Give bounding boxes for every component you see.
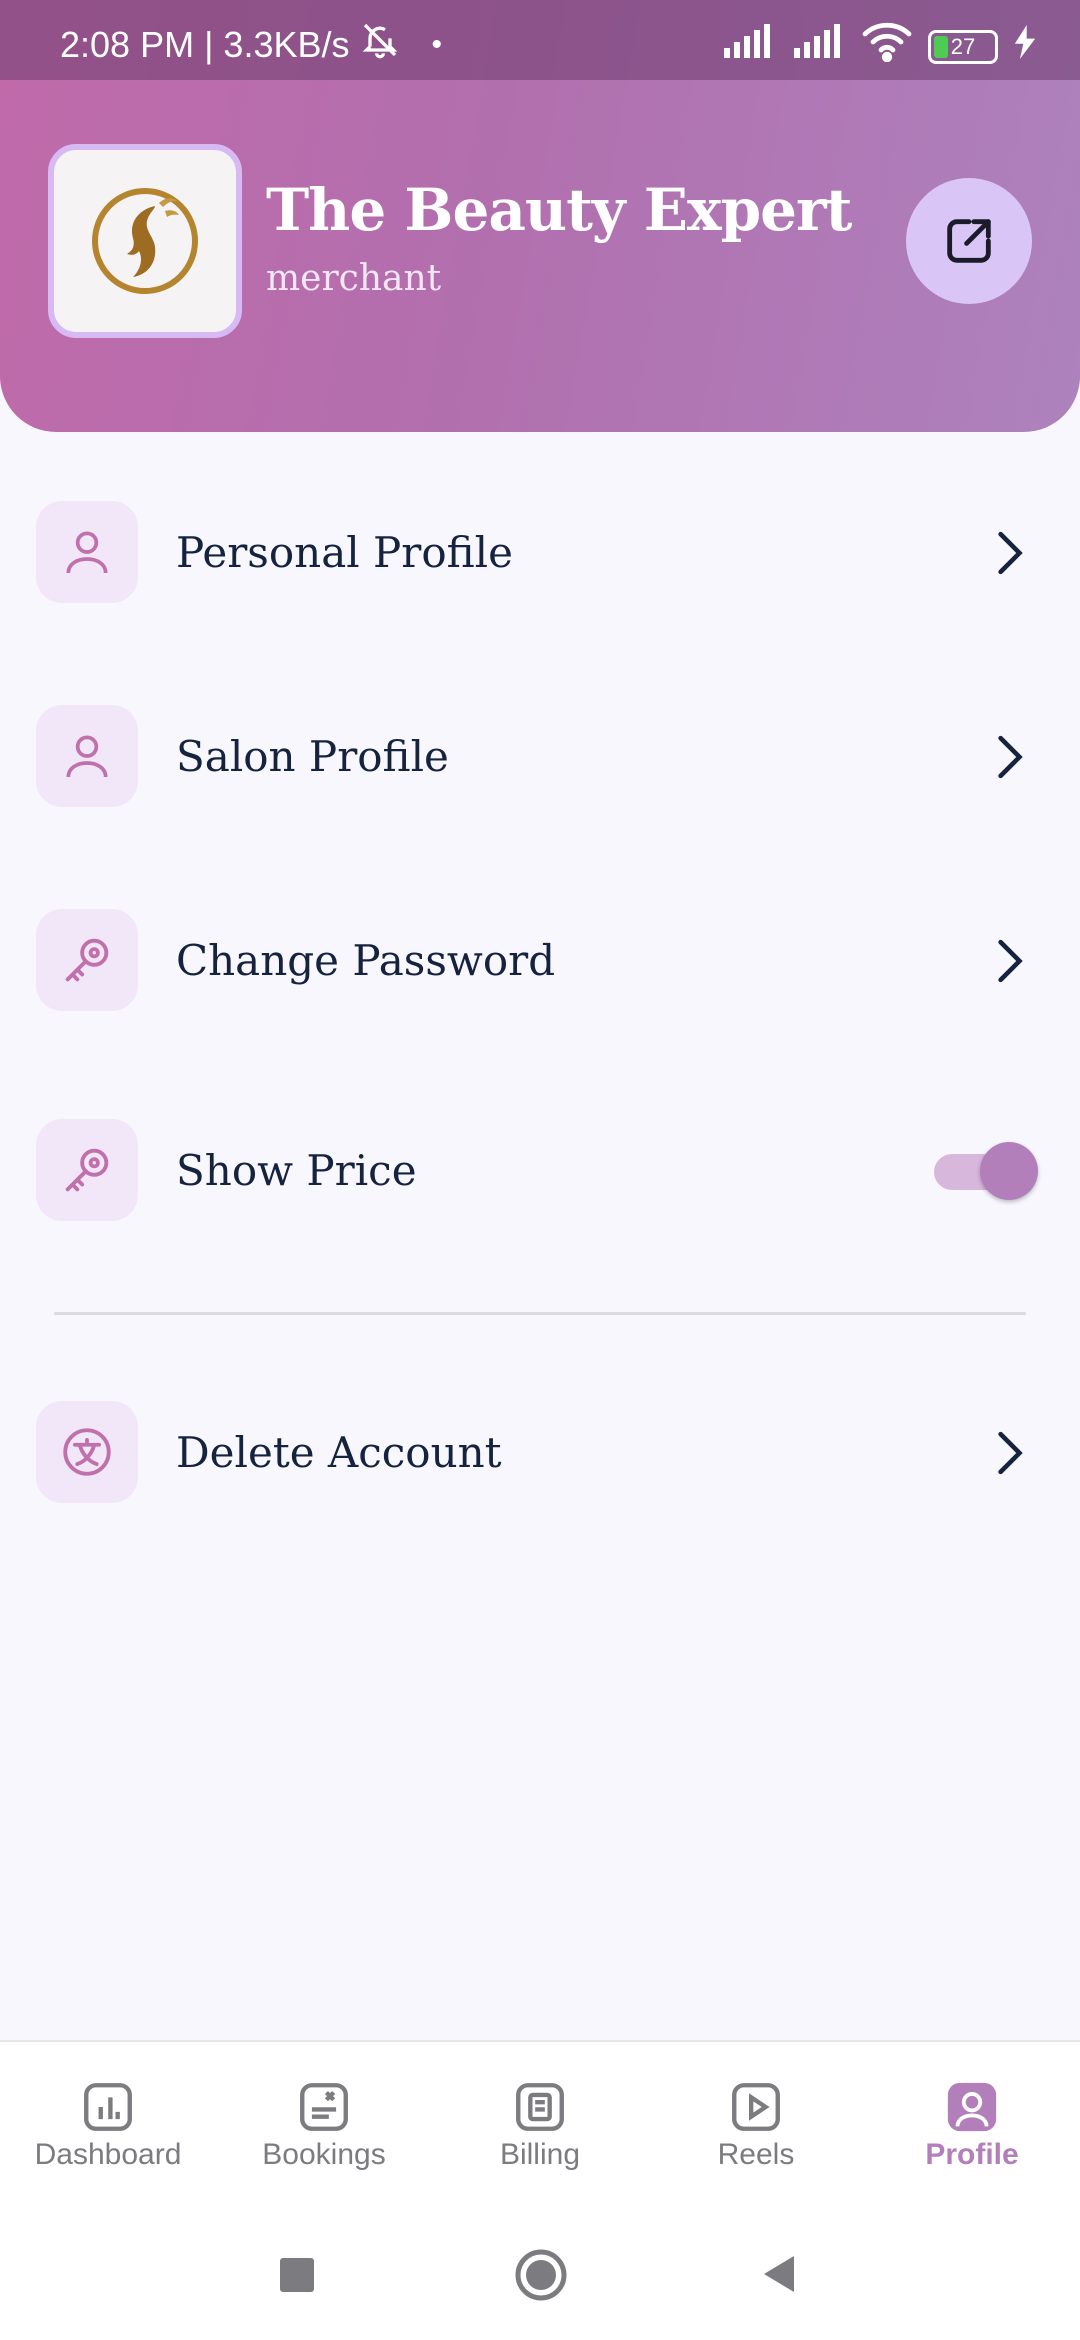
- divider: [54, 1312, 1026, 1315]
- chevron-right-icon: [994, 938, 1024, 989]
- share-button[interactable]: [906, 178, 1032, 304]
- key-icon: [36, 909, 138, 1011]
- bell-off-icon: [360, 20, 400, 69]
- user-icon: [36, 501, 138, 603]
- system-navigation-bar: [0, 2196, 1080, 2340]
- business-name: The Beauty Expert: [266, 176, 852, 244]
- bill-icon: [516, 2083, 564, 2131]
- account-role: merchant: [266, 258, 442, 299]
- wifi-icon: [862, 22, 912, 71]
- dot-icon: •: [431, 27, 443, 61]
- play-icon: [732, 2083, 780, 2131]
- status-bar: 2:08 PM | 3.3KB/s • 27: [0, 0, 1080, 80]
- beauty-logo-icon: [92, 188, 198, 294]
- chevron-right-icon: [994, 530, 1024, 581]
- menu-item-salon-profile[interactable]: Salon Profile: [36, 704, 1044, 808]
- profile-header: 2:08 PM | 3.3KB/s • 27 The Beauty Expert…: [0, 0, 1080, 432]
- chart-icon: [84, 2083, 132, 2131]
- nav-item-reels[interactable]: Reels: [656, 2078, 856, 2172]
- menu-label: Show Price: [176, 1145, 417, 1195]
- nav-item-dashboard[interactable]: Dashboard: [8, 2078, 208, 2172]
- chevron-right-icon: [994, 1430, 1024, 1481]
- merchant-logo[interactable]: [48, 144, 242, 338]
- menu-item-delete-account[interactable]: Delete Account: [36, 1400, 1044, 1504]
- chevron-right-icon: [994, 734, 1024, 785]
- menu-item-change-password[interactable]: Change Password: [36, 908, 1044, 1012]
- scissors-receipt-icon: [300, 2083, 348, 2131]
- signal-icon-2: [792, 24, 846, 69]
- menu-item-show-price: Show Price: [36, 1118, 1044, 1222]
- nav-item-billing[interactable]: Billing: [440, 2078, 640, 2172]
- nav-item-profile[interactable]: Profile: [872, 2078, 1072, 2172]
- user-icon: [947, 2082, 997, 2132]
- show-price-toggle[interactable]: [934, 1132, 1044, 1208]
- home-button[interactable]: [514, 2248, 568, 2307]
- recent-apps-button[interactable]: [280, 2258, 314, 2297]
- external-link-icon: [947, 219, 991, 263]
- bottom-navigation: Dashboard Bookings Billing Reels Profile: [0, 2040, 1080, 2196]
- user-icon: [36, 705, 138, 807]
- menu-label: Delete Account: [176, 1427, 502, 1477]
- language-icon: [36, 1401, 138, 1503]
- menu-label: Salon Profile: [176, 731, 449, 781]
- key-icon: [36, 1119, 138, 1221]
- menu-item-personal-profile[interactable]: Personal Profile: [36, 500, 1044, 604]
- menu-label: Change Password: [176, 935, 556, 985]
- status-time-speed: 2:08 PM | 3.3KB/s: [60, 23, 350, 65]
- signal-icon: [722, 24, 776, 69]
- charging-icon: [1014, 25, 1036, 68]
- battery-icon: 27: [928, 29, 998, 64]
- nav-item-bookings[interactable]: Bookings: [224, 2078, 424, 2172]
- back-button[interactable]: [762, 2254, 796, 2299]
- menu-label: Personal Profile: [176, 527, 513, 577]
